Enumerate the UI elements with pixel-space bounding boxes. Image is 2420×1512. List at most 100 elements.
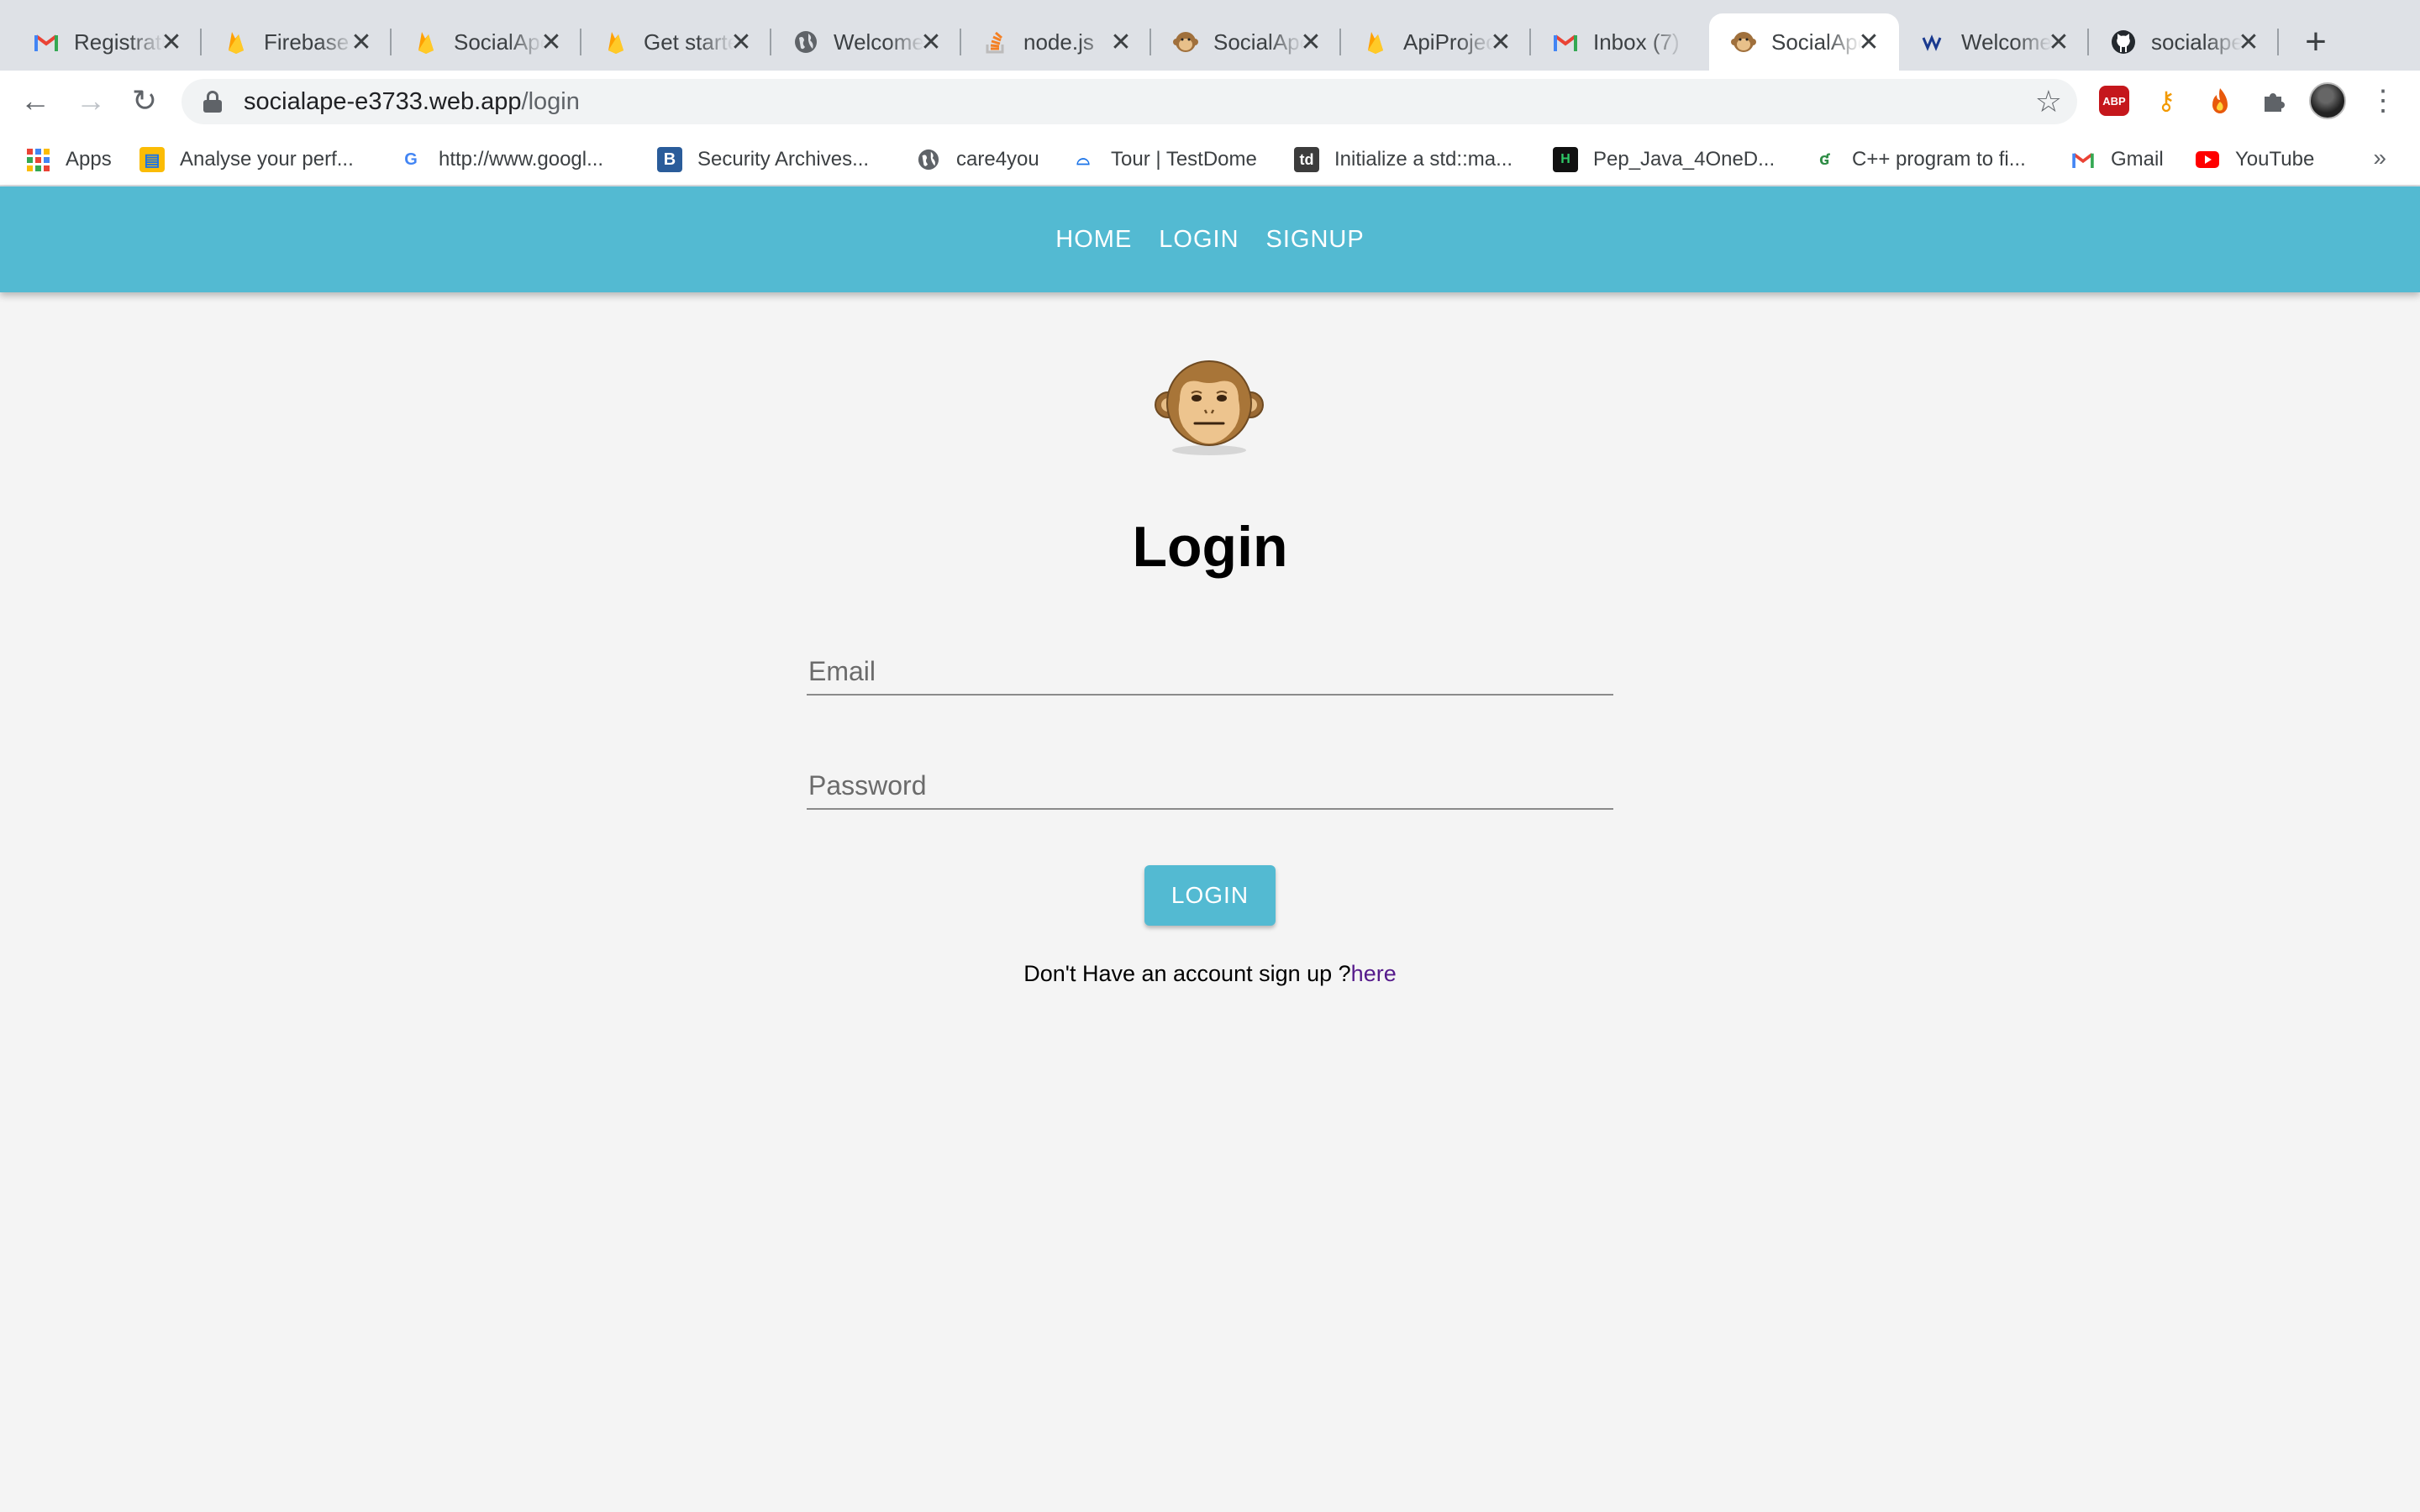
bookmark-security-archives[interactable]: B Security Archives... — [657, 143, 869, 176]
bookmark-google[interactable]: G http://www.googl... — [398, 143, 603, 176]
firebase-icon — [413, 29, 439, 55]
monkey-icon — [1731, 29, 1756, 55]
extensions-puzzle-icon[interactable] — [2254, 81, 2294, 121]
hackerrank-icon: H — [1553, 147, 1578, 172]
close-icon[interactable]: ✕ — [1106, 27, 1136, 57]
tab-socialape-active[interactable]: SocialApe ✕ — [1709, 13, 1899, 71]
email-input[interactable] — [807, 648, 1613, 694]
tab-socialape-github[interactable]: socialape ✕ — [2089, 13, 2279, 71]
bookmark-pep-java[interactable]: H Pep_Java_4OneD... — [1553, 143, 1775, 176]
bookmark-label: http://www.googl... — [439, 148, 604, 171]
signup-prompt: Don't Have an account sign up ?here — [0, 961, 2420, 987]
close-icon[interactable]: ✕ — [916, 27, 946, 57]
menu-kebab-icon[interactable]: ⋮ — [2363, 81, 2403, 121]
tab-label: SocialApe — [454, 29, 544, 55]
tab-inbox[interactable]: Inbox (7) — [1531, 13, 1709, 71]
firebase-icon — [224, 29, 249, 55]
github-icon — [2111, 29, 2136, 55]
tab-nodejs[interactable]: node.js ✕ — [961, 13, 1151, 71]
close-icon[interactable]: ✕ — [2044, 27, 2074, 57]
app-navbar: HOME LOGIN SIGNUP — [0, 186, 2420, 292]
tab-socialape-firebase[interactable]: SocialApe ✕ — [392, 13, 581, 71]
new-tab-button[interactable]: + — [2294, 20, 2338, 64]
security-archives-icon: B — [657, 147, 682, 172]
gmail-icon — [34, 29, 59, 55]
bookmark-label: care4you — [956, 148, 1039, 171]
password-field[interactable] — [807, 763, 1613, 810]
close-icon[interactable]: ✕ — [2233, 27, 2264, 57]
testdome-icon: ⌓ — [1076, 150, 1090, 169]
bookmark-cpp-program[interactable]: ʛ C++ program to fi... — [1812, 143, 2026, 176]
tab-label: node.js — [1023, 29, 1094, 55]
globe-icon — [793, 29, 818, 55]
close-icon[interactable]: ✕ — [1296, 27, 1326, 57]
tab-label: Welcome — [1961, 29, 2052, 55]
bookmarks-bar: Apps ▤ Analyse your perf... G http://www… — [0, 131, 2420, 186]
lock-icon[interactable] — [203, 91, 222, 113]
bookmark-label: Gmail — [2111, 148, 2164, 171]
tab-welcome-2[interactable]: Welcome ✕ — [1899, 13, 2089, 71]
td-icon: td — [1294, 147, 1319, 172]
bookmark-label: Tour | TestDome — [1111, 148, 1257, 171]
close-icon[interactable]: ✕ — [156, 27, 187, 57]
geeks-icon: ʛ — [1819, 150, 1829, 169]
tab-get-started[interactable]: Get started ✕ — [581, 13, 771, 71]
bookmark-analyse[interactable]: ▤ Analyse your perf... — [139, 143, 354, 176]
reload-icon[interactable]: ↻ — [123, 79, 166, 123]
close-icon[interactable]: ✕ — [536, 27, 566, 57]
globe-icon — [916, 147, 941, 172]
email-field[interactable] — [807, 648, 1613, 696]
close-icon[interactable]: ✕ — [346, 27, 376, 57]
signup-prompt-text: Don't Have an account sign up ? — [1023, 961, 1351, 986]
tab-label: SocialApe — [1771, 29, 1862, 55]
browser-tab-strip: Registration ✕ Firebase ✕ SocialApe ✕ Ge… — [0, 0, 2420, 71]
youtube-icon — [2195, 147, 2220, 172]
nav-signup-link[interactable]: SIGNUP — [1253, 216, 1378, 264]
tab-label: Welcome — [834, 29, 924, 55]
close-icon[interactable]: ✕ — [1486, 27, 1516, 57]
tab-socialape-2[interactable]: SocialApe ✕ — [1151, 13, 1341, 71]
close-icon[interactable]: ✕ — [1854, 27, 1884, 57]
avatar[interactable] — [2307, 81, 2348, 121]
forward-arrow-icon[interactable]: → — [69, 79, 113, 123]
bookmark-std-map[interactable]: td Initialize a std::ma... — [1294, 143, 1512, 176]
back-arrow-icon[interactable]: ← — [13, 79, 57, 123]
gmail-icon — [1553, 29, 1578, 55]
bookmark-testdome[interactable]: ⌓ Tour | TestDome — [1071, 143, 1257, 176]
more-bookmarks-chevron-icon[interactable]: » — [2373, 144, 2386, 171]
firebase-icon — [603, 29, 629, 55]
url-text: socialape-e3733.web.app/login — [244, 87, 580, 115]
bookmark-youtube[interactable]: YouTube — [2195, 143, 2314, 176]
bookmark-label: Analyse your perf... — [180, 148, 354, 171]
nav-home-link[interactable]: HOME — [1042, 216, 1145, 264]
password-input[interactable] — [807, 763, 1613, 808]
bookmark-label: Pep_Java_4OneD... — [1593, 148, 1776, 171]
gmail-icon — [2070, 147, 2096, 172]
bookmark-gmail[interactable]: Gmail — [2070, 143, 2164, 176]
login-button[interactable]: LOGIN — [1144, 865, 1276, 926]
google-icon: G — [404, 150, 418, 169]
page-title: Login — [1132, 515, 1288, 579]
tab-label: ApiProject — [1403, 29, 1494, 55]
welcome-icon — [1921, 29, 1946, 55]
tab-label: SocialApe — [1213, 29, 1304, 55]
fire-extension-icon[interactable] — [2200, 81, 2240, 121]
tab-label: Get started — [644, 29, 734, 55]
bookmark-apps[interactable]: Apps — [25, 143, 112, 176]
address-bar[interactable]: socialape-e3733.web.app/login ☆ — [182, 79, 2077, 124]
bookmark-label: YouTube — [2235, 148, 2315, 171]
bookmark-star-icon[interactable]: ☆ — [2035, 84, 2062, 119]
tab-welcome[interactable]: Welcome ✕ — [771, 13, 961, 71]
signup-here-link[interactable]: here — [1351, 961, 1397, 986]
tab-apiproject[interactable]: ApiProject ✕ — [1341, 13, 1531, 71]
bookmark-label: Apps — [66, 148, 112, 171]
bookmark-care4you[interactable]: care4you — [916, 143, 1039, 176]
tab-registration[interactable]: Registration ✕ — [12, 13, 202, 71]
tab-label: Registration — [74, 29, 165, 55]
bookmark-label: C++ program to fi... — [1852, 148, 2026, 171]
adblock-plus-icon[interactable]: ABP — [2094, 81, 2134, 121]
key-extension-icon[interactable]: ⚷ — [2146, 81, 2186, 121]
close-icon[interactable]: ✕ — [726, 27, 756, 57]
nav-login-link[interactable]: LOGIN — [1145, 216, 1252, 264]
tab-firebase[interactable]: Firebase ✕ — [202, 13, 392, 71]
